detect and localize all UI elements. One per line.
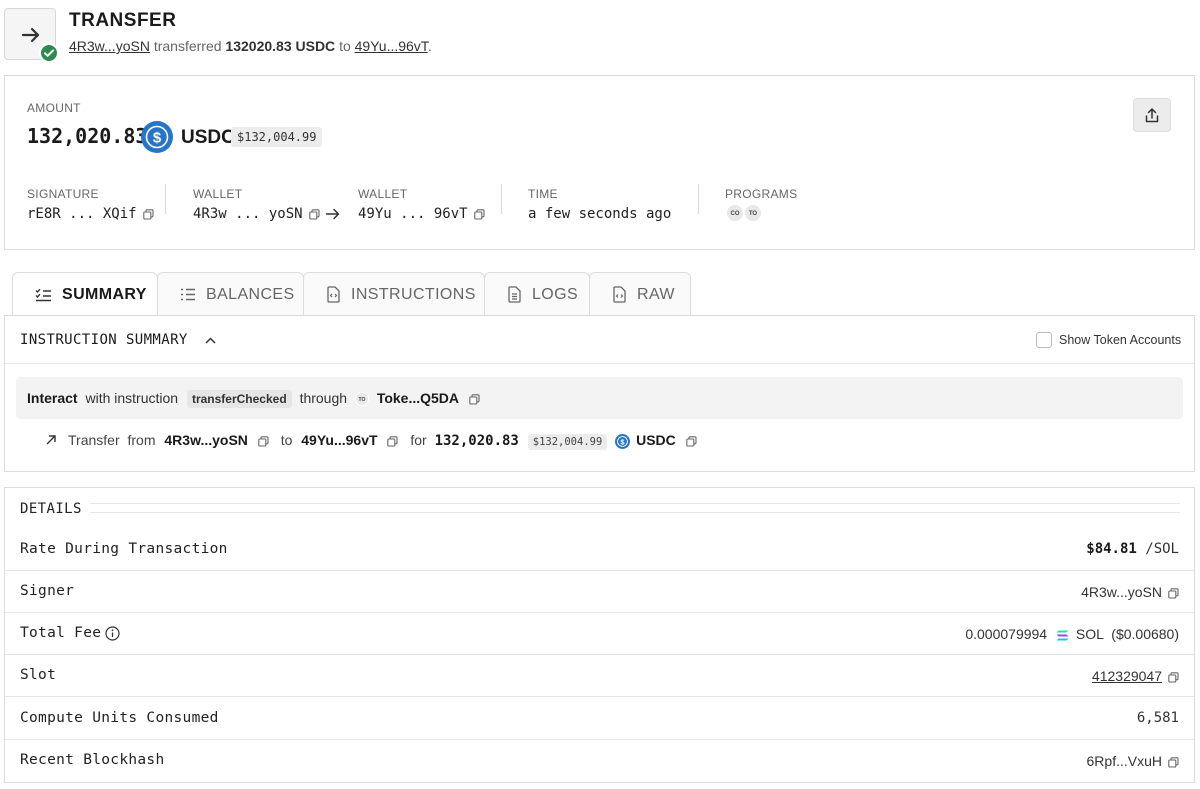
divider <box>501 184 502 214</box>
token-symbol[interactable]: USDC <box>636 432 676 448</box>
transfer-description: Transfer from 4R3w...yoSN to 49Yu...96vT… <box>68 432 697 450</box>
slot-value: 412329047 <box>1092 668 1179 684</box>
usd-value-badge: $132,004.99 <box>527 434 608 450</box>
wallet-from-value: 4R3w ... yoSN <box>193 206 320 222</box>
usdc-token-icon: $ <box>141 121 173 153</box>
details-title: DETAILS <box>20 501 82 517</box>
copy-icon[interactable] <box>1168 757 1179 768</box>
total-fee-label: Total Fee <box>20 625 120 641</box>
recent-blockhash-label: Recent Blockhash <box>20 752 165 768</box>
copy-icon[interactable] <box>473 208 485 220</box>
transfer-description: 4R3w...yoSN transferred 132020.83 USDC t… <box>69 38 432 54</box>
time-label: TIME <box>528 187 558 201</box>
tab-instructions[interactable]: INSTRUCTIONS <box>303 272 485 316</box>
divider <box>90 503 1180 513</box>
slot-label: Slot <box>20 667 57 683</box>
show-token-accounts-label: Show Token Accounts <box>1059 333 1182 347</box>
wallet-to-value: 49Yu ... 96vT <box>358 206 485 222</box>
page-title: TRANSFER <box>69 10 177 31</box>
amount-value: 132,020.83 <box>27 124 148 148</box>
program-chip[interactable]: TO <box>744 204 762 222</box>
signature-value: rE8R ... XQif <box>27 206 154 222</box>
amount-card <box>4 75 1195 250</box>
from-address-link[interactable]: 4R3w...yoSN <box>69 38 150 54</box>
program-chip[interactable]: CO <box>726 204 744 222</box>
divider <box>165 184 166 214</box>
to-address-link[interactable]: 49Yu...96vT <box>355 38 428 54</box>
arrow-right-icon <box>325 206 341 222</box>
divider <box>5 739 1194 740</box>
share-icon <box>1145 108 1159 123</box>
instruction-summary-toggle[interactable]: INSTRUCTION SUMMARY <box>20 332 216 348</box>
tab-logs[interactable]: LOGS <box>484 272 590 316</box>
programs-label: PROGRAMS <box>725 187 798 201</box>
from-address-link[interactable]: 4R3w...yoSN <box>164 432 248 448</box>
signature-label: SIGNATURE <box>27 187 99 201</box>
tab-balances[interactable]: BALANCES <box>157 272 304 316</box>
compute-units-value: 6,581 <box>1136 710 1179 726</box>
transaction-type-icon <box>4 8 59 63</box>
tab-raw[interactable]: RAW <box>589 272 691 316</box>
amount-currency: USDC <box>181 127 235 148</box>
instruction-description: Interact with instruction transferChecke… <box>27 390 480 408</box>
instruction-name-badge: transferChecked <box>186 390 292 408</box>
divider <box>5 363 1194 364</box>
list-icon <box>181 288 195 301</box>
code-doc-icon <box>613 286 626 303</box>
amount-label: AMOUNT <box>27 101 81 115</box>
slot-link[interactable]: 412329047 <box>1092 668 1162 684</box>
show-token-accounts-checkbox[interactable] <box>1036 332 1052 348</box>
time-value: a few seconds ago <box>528 206 672 222</box>
info-icon[interactable] <box>105 625 120 641</box>
copy-icon[interactable] <box>685 436 697 447</box>
copy-icon[interactable] <box>387 436 398 447</box>
list-check-icon <box>35 288 51 302</box>
wallet-to-label: WALLET <box>358 187 408 201</box>
copy-icon[interactable] <box>258 436 269 447</box>
recent-blockhash-value: 6Rpf...VxuH <box>1087 753 1179 769</box>
copy-icon[interactable] <box>469 394 480 405</box>
document-icon <box>508 286 521 303</box>
solana-icon <box>1056 630 1069 641</box>
divider <box>5 696 1194 697</box>
chevron-up-icon <box>205 336 216 344</box>
copy-icon[interactable] <box>1168 672 1179 683</box>
compute-units-label: Compute Units Consumed <box>20 710 219 726</box>
divider <box>5 570 1194 571</box>
program-link[interactable]: Toke...Q5DA <box>377 390 459 406</box>
tab-summary[interactable]: SUMMARY <box>12 272 158 317</box>
total-fee-value: 0.000079994 SOL ($0.00680) <box>965 626 1179 642</box>
wallet-from-label: WALLET <box>193 187 243 201</box>
svg-text:$: $ <box>153 130 162 147</box>
copy-icon[interactable] <box>1168 588 1179 599</box>
arrow-up-right-icon <box>45 434 57 446</box>
arrow-right-icon <box>21 27 40 43</box>
transfer-amount: 132,020.83 <box>434 433 519 449</box>
divider <box>698 184 699 214</box>
signer-label: Signer <box>20 583 75 599</box>
rate-label: Rate During Transaction <box>20 541 228 557</box>
copy-icon[interactable] <box>142 208 154 220</box>
rate-value: $84.81 /SOL <box>1086 541 1179 557</box>
usd-value-badge: $132,004.99 <box>231 127 323 147</box>
usdc-token-icon: $ <box>615 433 631 449</box>
to-address-link[interactable]: 49Yu...96vT <box>301 432 377 448</box>
share-button[interactable] <box>1133 98 1171 132</box>
code-file-icon <box>327 286 340 303</box>
divider <box>5 612 1194 613</box>
copy-icon[interactable] <box>308 208 320 220</box>
success-check-icon <box>39 43 59 63</box>
program-chip: TO <box>354 392 369 407</box>
divider <box>5 654 1194 655</box>
signer-value: 4R3w...yoSN <box>1081 584 1179 600</box>
